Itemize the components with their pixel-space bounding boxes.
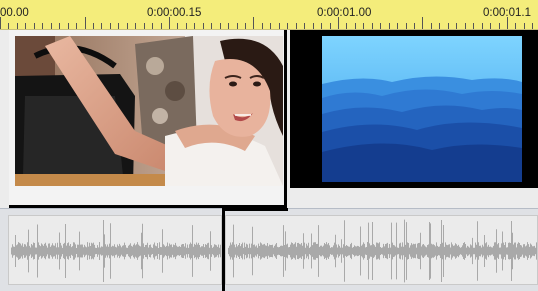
audio-clip-1[interactable] (8, 215, 222, 285)
audio-track[interactable] (0, 208, 538, 291)
video-track[interactable] (0, 30, 538, 208)
video-clip-woman[interactable] (9, 30, 287, 208)
playhead-marker[interactable] (222, 208, 288, 211)
audio-waveform (228, 219, 537, 283)
audio-clip-2[interactable] (225, 215, 538, 285)
video-clip-mountains[interactable] (290, 30, 538, 188)
timecode-label: 00.00 (0, 7, 29, 19)
playhead-line[interactable] (222, 208, 225, 291)
ruler-ticks (0, 17, 533, 29)
video-thumbnail-woman (15, 36, 283, 186)
audio-waveform (11, 220, 221, 282)
timecode-label: 0:00:01.1 (483, 7, 531, 19)
image-thumbnail-mountains (322, 36, 522, 182)
timeline-ruler[interactable]: 00.00 0:00:00.15 0:00:01.00 0:00:01.1 (0, 0, 538, 30)
timecode-label: 0:00:01.00 (317, 7, 372, 19)
timecode-label: 0:00:00.15 (147, 7, 202, 19)
